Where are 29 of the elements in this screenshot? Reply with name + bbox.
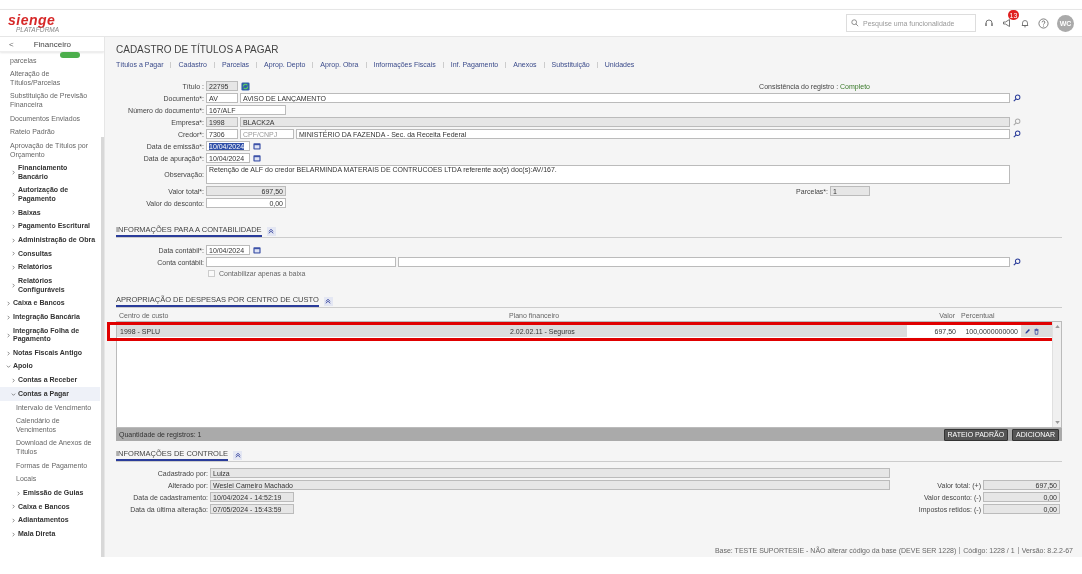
search-icon xyxy=(851,19,859,27)
logo: sienge xyxy=(8,12,56,27)
search-icon[interactable] xyxy=(1013,258,1021,266)
headset-icon[interactable] xyxy=(984,18,994,28)
collapse-button[interactable] xyxy=(266,226,276,236)
help-icon[interactable] xyxy=(1038,17,1049,29)
collapse-button[interactable] xyxy=(323,296,333,306)
arrow-down-icon[interactable] xyxy=(1054,421,1060,424)
chevron-up-icon xyxy=(268,228,275,234)
calendar-icon[interactable] xyxy=(253,154,261,162)
collapse-button[interactable] xyxy=(233,450,243,460)
input-field[interactable] xyxy=(398,257,1010,267)
sidebar-title: Financeiro xyxy=(33,39,72,49)
search-icon[interactable] xyxy=(1013,130,1021,138)
checkbox[interactable] xyxy=(208,270,215,277)
refresh-icon[interactable] xyxy=(240,81,250,91)
chevron-up-icon xyxy=(234,452,241,458)
input-field[interactable] xyxy=(206,257,396,267)
page-title: CADASTRO DE TÍTULOS A PAGAR xyxy=(116,44,280,56)
pencil-icon[interactable] xyxy=(1024,327,1031,335)
chevron-up-icon xyxy=(325,298,332,304)
arrow-up-icon[interactable] xyxy=(1054,325,1060,328)
calendar-icon[interactable] xyxy=(253,142,261,150)
back-button[interactable]: < xyxy=(9,39,14,49)
bell-icon[interactable] xyxy=(1020,18,1030,28)
trash-icon[interactable] xyxy=(1033,327,1040,335)
search-icon[interactable] xyxy=(1013,94,1021,102)
calendar-icon[interactable] xyxy=(253,246,261,254)
megaphone-icon[interactable] xyxy=(1002,18,1012,28)
